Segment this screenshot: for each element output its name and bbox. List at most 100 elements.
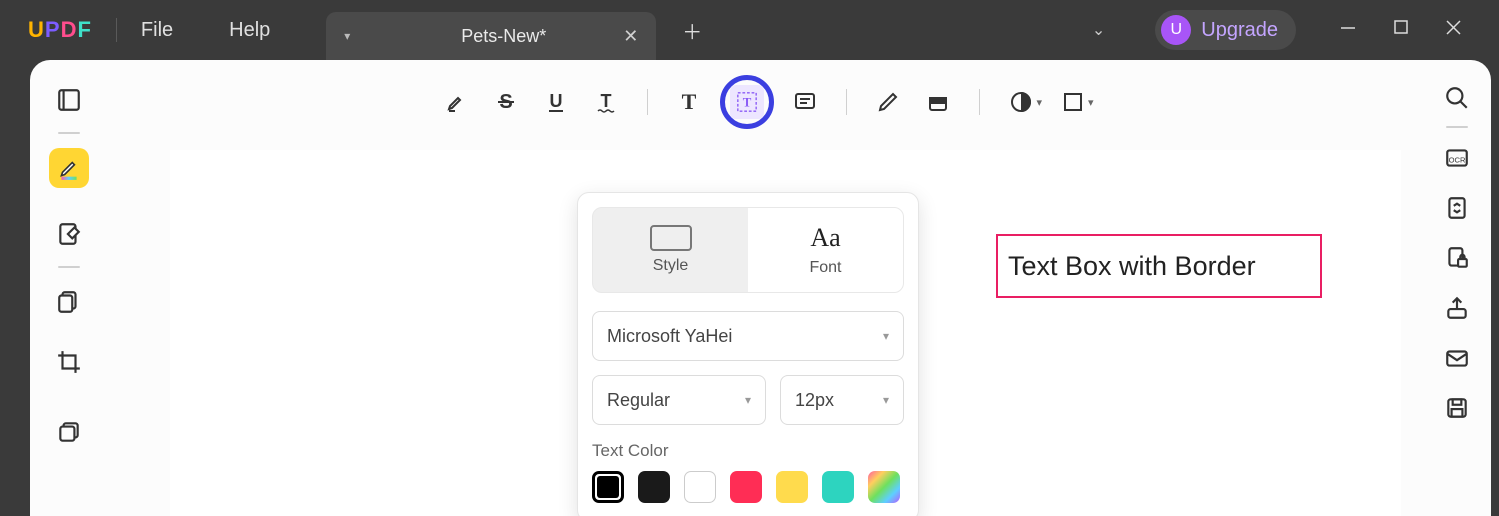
upgrade-button[interactable]: U Upgrade bbox=[1155, 10, 1296, 50]
mail-icon bbox=[1444, 345, 1470, 371]
divider bbox=[1446, 126, 1468, 128]
tab-dropdown-icon[interactable]: ▾ bbox=[344, 29, 350, 43]
strikethrough-icon: S bbox=[494, 90, 518, 114]
font-size-value: 12px bbox=[795, 390, 834, 411]
swatch-red[interactable] bbox=[730, 471, 762, 503]
font-family-select[interactable]: Microsoft YaHei ▾ bbox=[592, 311, 904, 361]
chevron-down-icon[interactable]: ▾ bbox=[1036, 96, 1042, 109]
chevron-down-icon: ▾ bbox=[745, 393, 751, 407]
text-icon: T bbox=[677, 90, 701, 114]
title-bar: UPDF File Help ▾ Pets-New* ✕ ＋ ⌄ U Upgra… bbox=[0, 0, 1499, 60]
tool-textbox-active[interactable]: T bbox=[720, 75, 774, 129]
font-weight-value: Regular bbox=[607, 390, 670, 411]
font-icon: Aa bbox=[810, 223, 840, 253]
right-sidebar: OCR bbox=[1423, 60, 1491, 516]
textbox-icon: T bbox=[736, 91, 758, 113]
svg-text:T: T bbox=[601, 91, 612, 111]
sidebar-crop[interactable] bbox=[49, 342, 89, 382]
highlighter-icon bbox=[444, 90, 468, 114]
tab-style-label: Style bbox=[653, 257, 689, 275]
email-button[interactable] bbox=[1441, 342, 1473, 374]
swatch-selected-black[interactable] bbox=[592, 471, 624, 503]
divider bbox=[116, 18, 117, 42]
left-sidebar bbox=[30, 60, 108, 516]
tab-title: Pets-New* bbox=[384, 26, 623, 47]
sidebar-organize[interactable] bbox=[49, 282, 89, 322]
tool-highlighter[interactable] bbox=[437, 83, 475, 121]
color-swatches bbox=[592, 471, 904, 503]
style-font-tabs: Style Aa Font bbox=[592, 207, 904, 293]
sidebar-divider bbox=[58, 266, 80, 268]
minimize-button[interactable] bbox=[1340, 20, 1356, 41]
avatar: U bbox=[1161, 15, 1191, 45]
tool-underline[interactable]: U bbox=[537, 83, 575, 121]
maximize-button[interactable] bbox=[1394, 20, 1408, 41]
window-menu-caret-icon[interactable]: ⌄ bbox=[1092, 20, 1105, 40]
tab-close-icon[interactable]: ✕ bbox=[623, 26, 638, 47]
tool-note[interactable] bbox=[786, 83, 824, 121]
eraser-icon bbox=[926, 90, 950, 114]
text-box-annotation[interactable]: Text Box with Border bbox=[996, 234, 1322, 298]
close-window-button[interactable] bbox=[1446, 20, 1461, 41]
save-button[interactable] bbox=[1441, 392, 1473, 424]
tool-squiggly[interactable]: T bbox=[587, 83, 625, 121]
tool-shape[interactable] bbox=[1054, 83, 1092, 121]
swatch-white[interactable] bbox=[684, 471, 716, 503]
svg-text:OCR: OCR bbox=[1449, 155, 1466, 164]
tool-eraser[interactable] bbox=[919, 83, 957, 121]
stamp-icon bbox=[1009, 90, 1033, 114]
rectangle-icon bbox=[650, 225, 692, 251]
svg-text:T: T bbox=[743, 96, 752, 110]
menu-help[interactable]: Help bbox=[229, 19, 270, 42]
sidebar-comment[interactable] bbox=[49, 148, 89, 188]
document-tab[interactable]: ▾ Pets-New* ✕ bbox=[326, 12, 656, 60]
convert-icon bbox=[1444, 195, 1470, 221]
tool-strikethrough[interactable]: S bbox=[487, 83, 525, 121]
ocr-button[interactable]: OCR bbox=[1441, 142, 1473, 174]
font-weight-select[interactable]: Regular ▾ bbox=[592, 375, 766, 425]
edit-page-icon bbox=[56, 221, 82, 247]
chevron-down-icon: ▾ bbox=[883, 329, 889, 343]
pencil-icon bbox=[876, 90, 900, 114]
app-logo: UPDF bbox=[28, 17, 92, 43]
text-color-label: Text Color bbox=[592, 441, 904, 461]
search-button[interactable] bbox=[1441, 82, 1473, 114]
sidebar-reader[interactable] bbox=[49, 80, 89, 120]
save-icon bbox=[1444, 395, 1470, 421]
tab-font[interactable]: Aa Font bbox=[748, 208, 903, 292]
toolbar-divider bbox=[647, 89, 648, 115]
convert-button[interactable] bbox=[1441, 192, 1473, 224]
search-icon bbox=[1444, 85, 1470, 111]
ocr-icon: OCR bbox=[1444, 145, 1470, 171]
highlighter-icon bbox=[56, 155, 82, 181]
pages-icon bbox=[56, 289, 82, 315]
new-tab-button[interactable]: ＋ bbox=[682, 16, 702, 45]
menu-file[interactable]: File bbox=[141, 19, 173, 42]
crop-icon bbox=[56, 349, 82, 375]
rectangle-icon bbox=[1061, 90, 1085, 114]
protect-button[interactable] bbox=[1441, 242, 1473, 274]
sidebar-edit[interactable] bbox=[49, 214, 89, 254]
font-family-value: Microsoft YaHei bbox=[607, 326, 732, 347]
tab-style[interactable]: Style bbox=[593, 208, 748, 292]
toolbar-divider bbox=[979, 89, 980, 115]
sidebar-batch[interactable] bbox=[49, 412, 89, 452]
share-button[interactable] bbox=[1441, 292, 1473, 324]
tool-text[interactable]: T bbox=[670, 83, 708, 121]
swatch-teal[interactable] bbox=[822, 471, 854, 503]
tool-pencil[interactable] bbox=[869, 83, 907, 121]
swatch-custom-color[interactable] bbox=[868, 471, 900, 503]
note-icon bbox=[793, 90, 817, 114]
upgrade-label: Upgrade bbox=[1201, 19, 1278, 42]
annotation-toolbar: S U T T T ▾ bbox=[110, 80, 1421, 124]
share-icon bbox=[1444, 295, 1470, 321]
chevron-down-icon[interactable]: ▾ bbox=[1088, 96, 1094, 109]
tool-stamp[interactable] bbox=[1002, 83, 1040, 121]
swatch-black[interactable] bbox=[638, 471, 670, 503]
svg-text:T: T bbox=[682, 90, 697, 114]
font-size-select[interactable]: 12px ▾ bbox=[780, 375, 904, 425]
book-icon bbox=[56, 87, 82, 113]
squiggly-icon: T bbox=[594, 90, 618, 114]
tab-font-label: Font bbox=[809, 259, 841, 277]
swatch-yellow[interactable] bbox=[776, 471, 808, 503]
